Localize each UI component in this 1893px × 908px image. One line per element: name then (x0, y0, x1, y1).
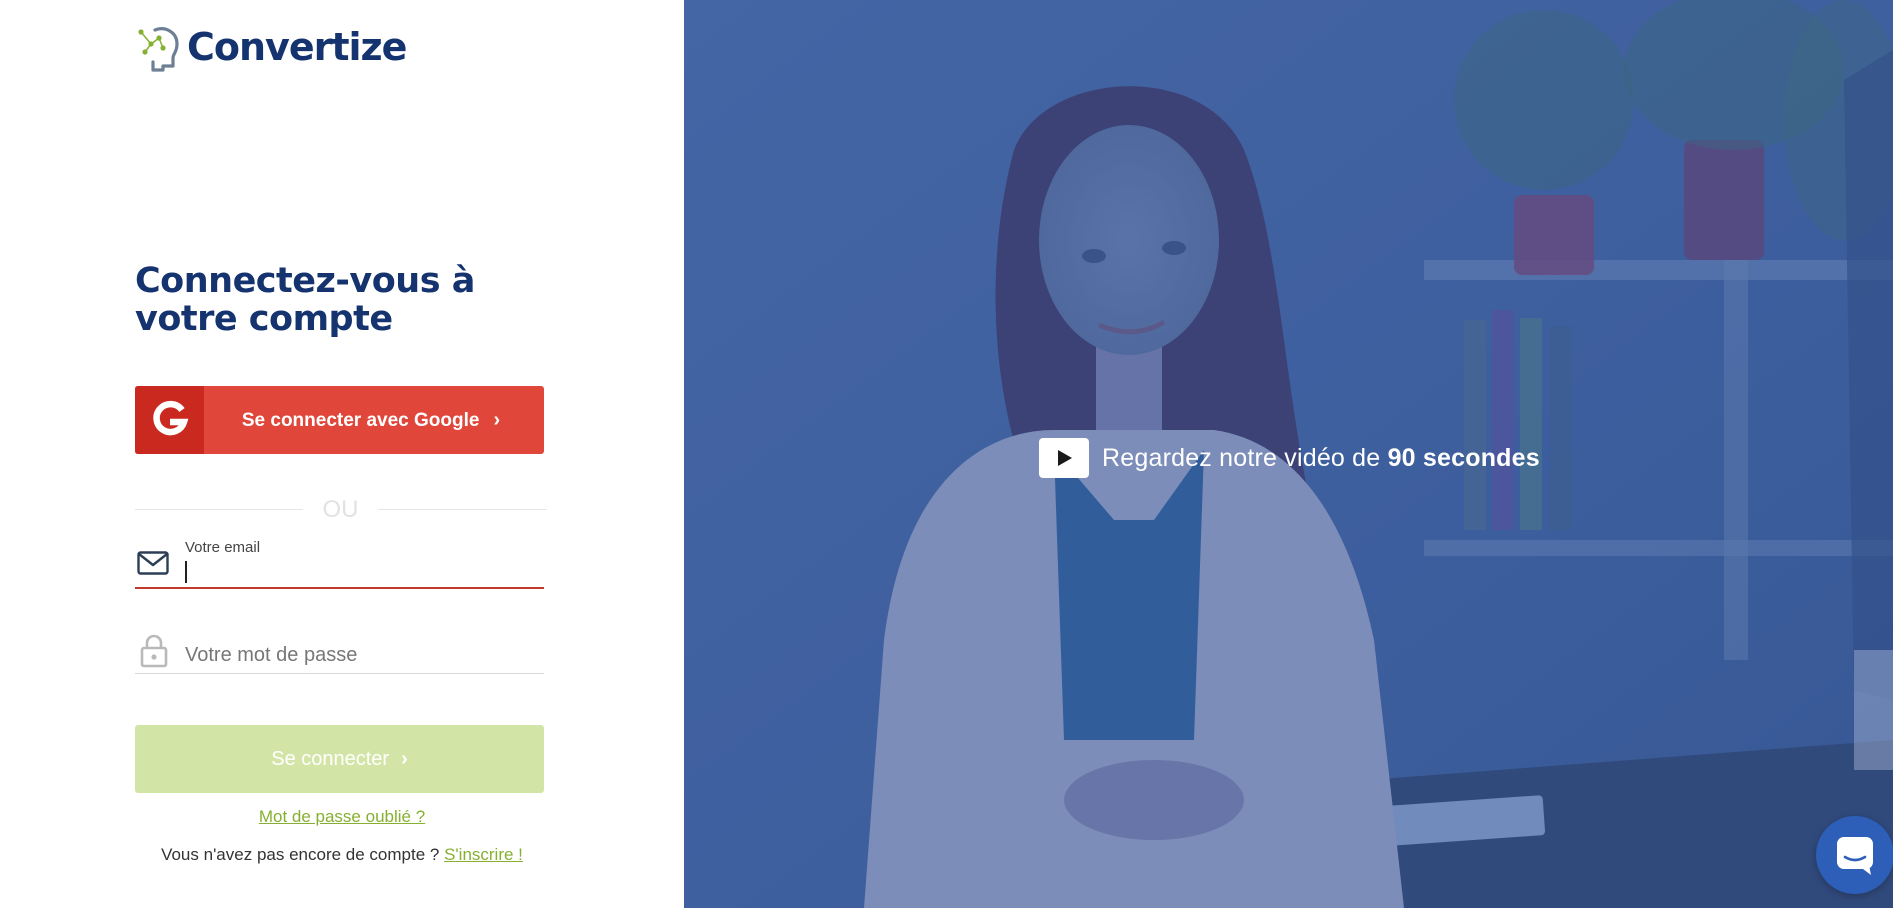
google-icon-container (135, 386, 204, 454)
email-field[interactable]: Votre email (135, 535, 544, 589)
google-icon (152, 400, 188, 436)
lock-icon (140, 634, 168, 668)
watch-video-button[interactable]: Regardez notre vidéo de 90 secondes (1039, 438, 1540, 478)
no-account-text: Vous n'avez pas encore de compte ? (161, 845, 440, 864)
password-input[interactable] (185, 642, 535, 668)
or-divider: OU (135, 494, 547, 524)
chevron-right-icon: › (401, 747, 408, 770)
brand-name: Convertize (187, 25, 407, 69)
chat-launcher-button[interactable] (1816, 816, 1893, 894)
forgot-password-link[interactable]: Mot de passe oublié ? (259, 807, 425, 826)
email-label: Votre email (185, 539, 261, 556)
hero-panel: Regardez notre vidéo de 90 secondes (684, 0, 1893, 908)
email-input[interactable] (185, 559, 535, 585)
convertize-logo-icon (138, 27, 179, 72)
forgot-password-row: Mot de passe oublié ? (0, 807, 684, 827)
signup-link[interactable]: S'inscrire ! (444, 845, 523, 864)
signup-row: Vous n'avez pas encore de compte ? S'ins… (0, 845, 684, 865)
password-field[interactable] (135, 630, 544, 674)
page-title: Connectez-vous à votre compte (135, 261, 475, 339)
chevron-right-icon: › (493, 408, 501, 431)
google-login-label: Se connecter avec Google › (241, 408, 501, 431)
login-submit-label: Se connecter (271, 747, 390, 770)
video-cta-text: Regardez notre vidéo de 90 secondes (1102, 443, 1540, 472)
chat-icon (1837, 837, 1873, 875)
brand-logo[interactable]: Convertize (135, 22, 407, 72)
play-icon (1039, 438, 1089, 478)
login-panel: Convertize Connectez-vous à votre compte… (0, 0, 684, 908)
or-text: OU (322, 496, 359, 523)
mail-icon (137, 551, 169, 575)
text-caret (185, 561, 187, 583)
google-login-button[interactable]: Se connecter avec Google › (135, 386, 544, 454)
login-submit-button[interactable]: Se connecter › (135, 725, 544, 793)
